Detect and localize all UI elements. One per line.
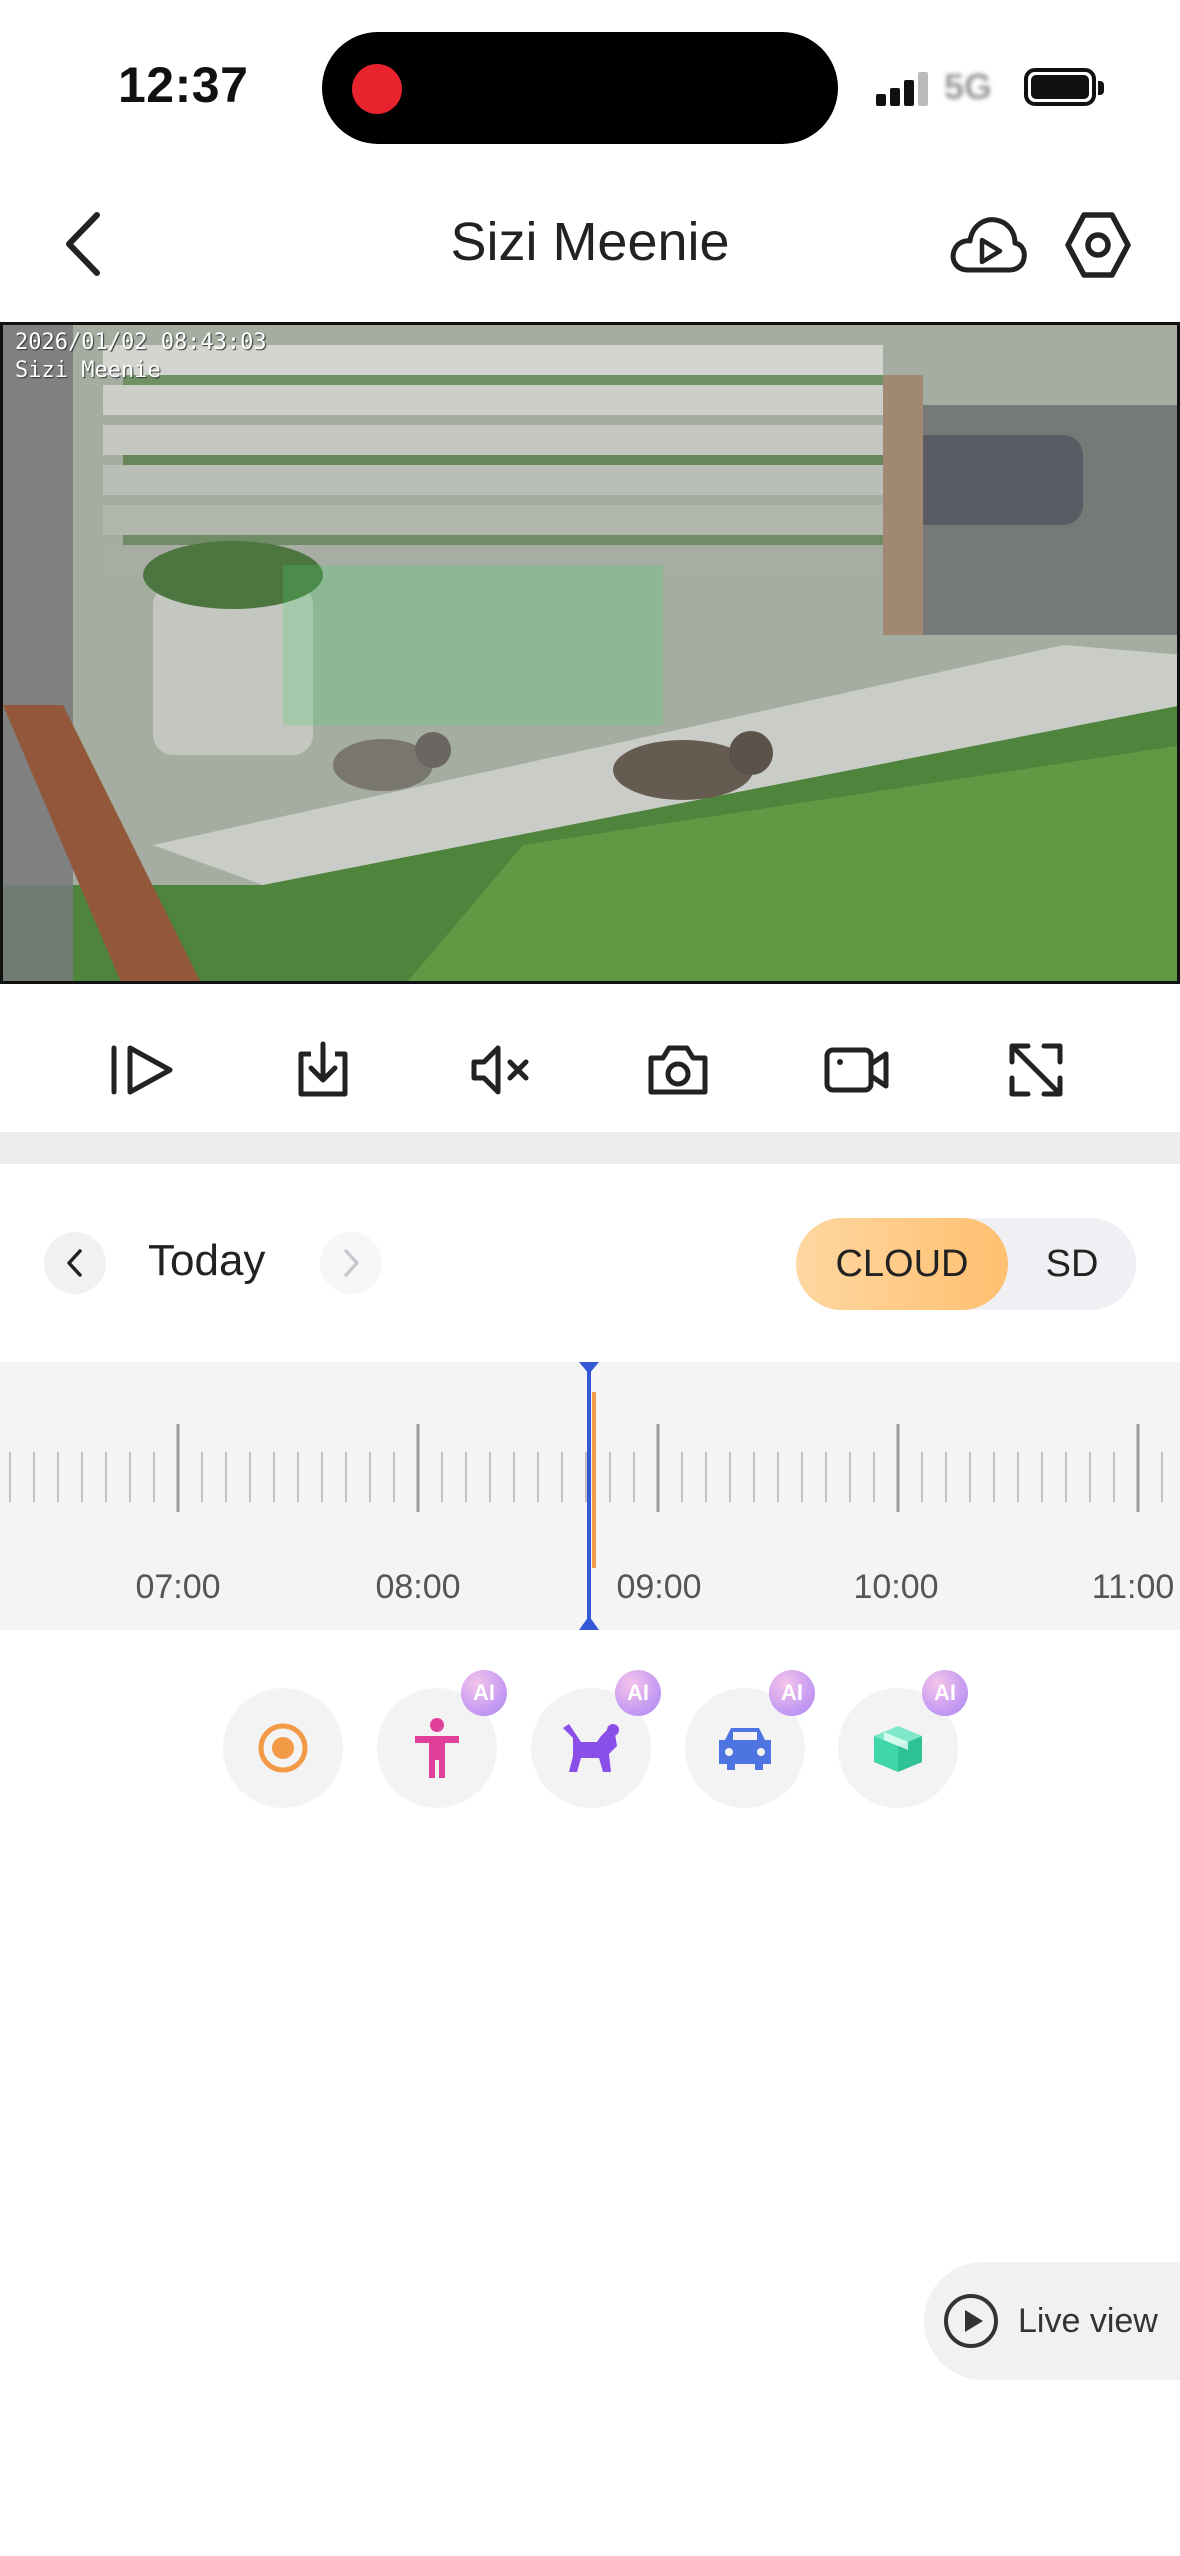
timeline-label: 08:00 xyxy=(375,1568,461,1606)
video-player[interactable]: 2026/01/02 08:43:03 Sizi Meenie xyxy=(0,322,1180,984)
status-bar: 12:37 5G xyxy=(0,0,1180,170)
timeline-label: 09:00 xyxy=(616,1568,702,1606)
video-overlay: 2026/01/02 08:43:03 Sizi Meenie xyxy=(15,329,267,385)
cloud-play-icon xyxy=(950,217,1027,273)
camera-icon xyxy=(648,1045,708,1095)
filter-pet[interactable]: AI xyxy=(531,1670,661,1808)
playback-speed-button[interactable] xyxy=(88,1015,198,1125)
section-divider xyxy=(0,1132,1180,1164)
ai-badge: AI xyxy=(769,1670,815,1716)
package-icon xyxy=(874,1726,922,1772)
status-time: 12:37 xyxy=(118,57,249,113)
ai-badge: AI xyxy=(615,1670,661,1716)
storage-option-sd[interactable]: SD xyxy=(1008,1218,1136,1310)
cellular-signal-icon xyxy=(876,70,932,106)
mute-button[interactable] xyxy=(445,1015,555,1125)
expand-icon xyxy=(1009,1043,1063,1097)
next-day-button[interactable] xyxy=(320,1232,382,1294)
network-type: 5G xyxy=(944,66,993,107)
record-button[interactable] xyxy=(802,1015,912,1125)
chevron-left-icon xyxy=(67,1249,82,1277)
video-camera-label: Sizi Meenie xyxy=(15,358,161,383)
car-icon xyxy=(719,1728,771,1770)
live-view-button[interactable]: Live view xyxy=(924,2262,1180,2380)
chevron-right-icon xyxy=(344,1249,359,1277)
dog-icon xyxy=(563,1724,619,1772)
nav-bar: Sizi Meenie xyxy=(0,170,1180,320)
play-forward-icon xyxy=(111,1045,173,1095)
recording-indicator-icon xyxy=(352,64,402,114)
storage-option-cloud[interactable]: CLOUD xyxy=(796,1218,1008,1310)
recording-event-marker[interactable] xyxy=(592,1392,596,1568)
video-timestamp: 2026/01/02 08:43:03 xyxy=(15,330,267,355)
player-toolbar xyxy=(0,995,1180,1125)
record-dot-icon xyxy=(258,1723,308,1773)
speaker-muted-icon xyxy=(471,1045,529,1095)
live-view-label: Live view xyxy=(1018,2301,1158,2340)
timeline-cursor[interactable] xyxy=(587,1362,591,1630)
timeline-scrubber[interactable]: 07:00 08:00 09:00 10:00 11:00 xyxy=(0,1362,1180,1630)
play-circle-icon xyxy=(940,2290,1002,2352)
cloud-playback-button[interactable] xyxy=(930,190,1046,300)
settings-button[interactable] xyxy=(1048,190,1148,300)
timeline-label: 11:00 xyxy=(1091,1568,1175,1606)
previous-day-button[interactable] xyxy=(44,1232,106,1294)
filter-package[interactable]: AI xyxy=(838,1670,968,1808)
date-navigation: Today CLOUD SD xyxy=(0,1200,1180,1330)
event-filters: AI AI AI AI xyxy=(0,1670,1180,1810)
timeline-cursor-top-handle xyxy=(579,1362,599,1374)
fullscreen-button[interactable] xyxy=(981,1015,1091,1125)
date-label: Today xyxy=(148,1236,266,1285)
storage-toggle: CLOUD SD xyxy=(796,1218,1136,1310)
snapshot-button[interactable] xyxy=(623,1015,733,1125)
filter-vehicle[interactable]: AI xyxy=(685,1670,815,1808)
battery-icon xyxy=(1024,68,1104,106)
camera-feed-image xyxy=(3,325,1177,981)
filter-all-events[interactable] xyxy=(223,1688,343,1808)
timeline-label: 07:00 xyxy=(135,1568,221,1606)
hexagon-settings-icon xyxy=(1065,212,1131,278)
person-icon xyxy=(415,1718,459,1778)
download-icon xyxy=(298,1041,348,1097)
filter-person[interactable]: AI xyxy=(377,1670,507,1808)
download-button[interactable] xyxy=(268,1015,378,1125)
timeline-cursor-bottom-handle xyxy=(579,1616,599,1630)
video-camera-icon xyxy=(824,1047,889,1093)
ai-badge: AI xyxy=(461,1670,507,1716)
timeline-label: 10:00 xyxy=(853,1568,939,1606)
ai-badge: AI xyxy=(922,1670,968,1716)
